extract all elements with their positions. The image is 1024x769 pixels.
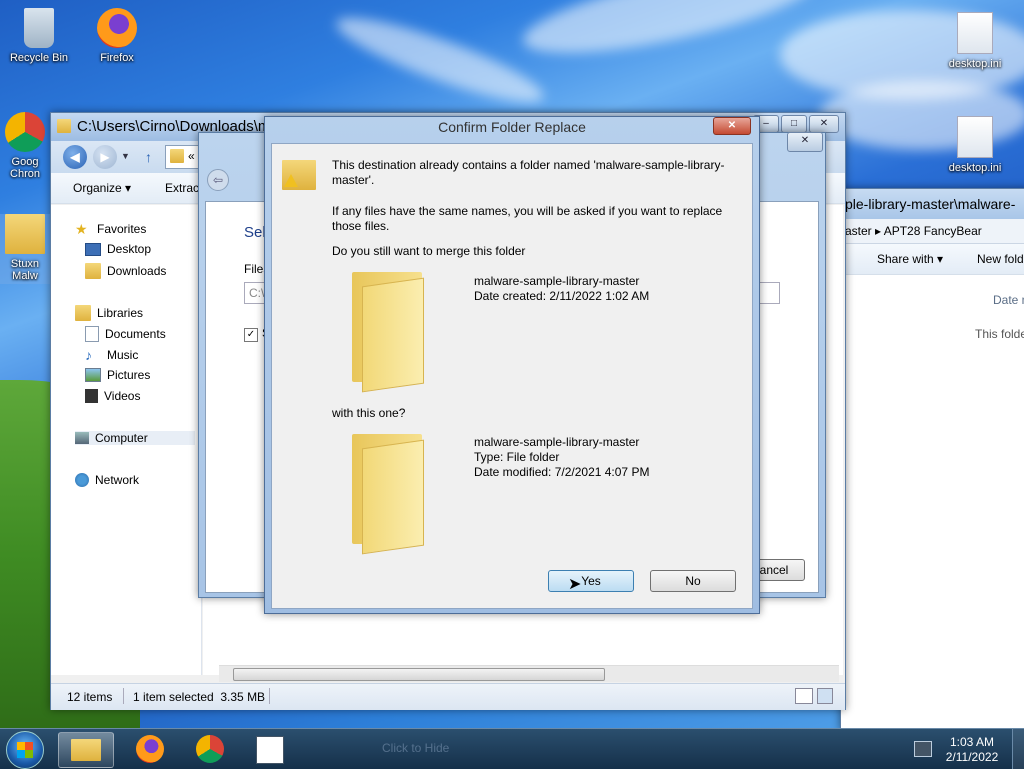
yes-button[interactable]: Yes xyxy=(548,570,634,592)
source-folder-date: Date created: 2/11/2022 1:02 AM xyxy=(474,289,650,303)
close-button[interactable]: ✕ xyxy=(713,117,751,135)
taskbar-explorer-button[interactable] xyxy=(58,732,114,768)
show-desktop-button[interactable] xyxy=(1012,729,1024,769)
desktop-ini-icon-2[interactable]: desktop.ini xyxy=(938,116,1012,174)
empty-folder-text: This folde xyxy=(975,327,1024,341)
dialog-title: Confirm Folder Replace xyxy=(438,119,586,135)
details-view-icon[interactable] xyxy=(795,688,813,704)
firefox-icon xyxy=(97,8,137,48)
taskbar-chrome-button[interactable] xyxy=(184,732,238,766)
chrome-desktop-icon[interactable]: Goog Chron xyxy=(0,112,50,180)
target-folder-type: Type: File folder xyxy=(474,450,560,464)
sidebar-item-pictures[interactable]: Pictures xyxy=(85,368,150,382)
taskbar-taskmgr-button[interactable] xyxy=(244,732,298,766)
date-column-header[interactable]: Date n xyxy=(993,293,1024,307)
downloads-folder-icon xyxy=(85,263,101,279)
organize-button[interactable]: Organize ▾ xyxy=(73,181,131,195)
music-note-icon: ♪ xyxy=(85,347,92,363)
status-bar: 12 items 1 item selected 3.35 MB xyxy=(51,683,845,710)
libraries-icon xyxy=(75,305,91,321)
maximize-button[interactable]: □ xyxy=(781,115,807,133)
show-files-checkbox[interactable]: ✓ xyxy=(244,328,258,342)
destination-message: This destination already contains a fold… xyxy=(332,158,725,187)
checklist-icon xyxy=(256,736,284,764)
taskbar-firefox-button[interactable] xyxy=(124,732,178,766)
film-strip-icon xyxy=(85,389,98,403)
documents-icon xyxy=(85,326,99,342)
new-folder-button[interactable]: New fold xyxy=(977,252,1024,266)
confirm-folder-replace-dialog[interactable]: Confirm Folder Replace ✕ This destinatio… xyxy=(264,116,760,614)
large-folder-icon xyxy=(352,272,442,393)
history-dropdown-icon[interactable]: ▼ xyxy=(121,151,130,161)
explorer-window-right[interactable]: ple-library-master\malware- aster ▸ APT2… xyxy=(840,188,1024,730)
navigation-pane: ★ Favorites Desktop Downloads Libraries D… xyxy=(51,205,202,675)
close-button[interactable]: ✕ xyxy=(809,115,839,133)
settings-file-icon xyxy=(957,116,993,158)
desktop-ini-icon-1[interactable]: desktop.ini xyxy=(938,12,1012,70)
large-folder-icon xyxy=(352,434,442,555)
replace-warning-message: If any files have the same names, you wi… xyxy=(332,204,723,233)
sidebar-item-network[interactable]: Network xyxy=(75,473,139,487)
star-icon: ★ xyxy=(75,221,88,237)
network-icon xyxy=(75,473,89,487)
computer-icon xyxy=(75,432,89,444)
back-arrow-icon[interactable]: ⇦ xyxy=(207,169,229,191)
item-count: 12 items xyxy=(67,690,113,704)
folder-icon xyxy=(5,214,45,254)
folder-icon xyxy=(170,149,184,163)
close-button[interactable]: ✕ xyxy=(787,132,823,152)
horizontal-scrollbar[interactable] xyxy=(219,665,839,682)
recycle-bin-icon xyxy=(24,8,54,48)
with-this-one-label: with this one? xyxy=(332,406,406,420)
sidebar-item-downloads[interactable]: Downloads xyxy=(85,263,166,279)
target-folder-date: Date modified: 7/2/2021 4:07 PM xyxy=(474,465,650,479)
start-button[interactable] xyxy=(6,731,44,769)
firefox-icon xyxy=(136,735,164,763)
sidebar-item-libraries[interactable]: Libraries xyxy=(75,305,143,321)
stuxnet-folder-desktop-icon[interactable]: Stuxn Malw xyxy=(0,214,50,284)
chrome-icon xyxy=(196,735,224,763)
warning-folder-icon xyxy=(282,156,316,192)
extract-button[interactable]: Extract xyxy=(165,181,202,195)
sidebar-item-documents[interactable]: Documents xyxy=(85,326,166,342)
desktop-icon xyxy=(85,242,101,256)
firefox-desktop-icon[interactable]: Firefox xyxy=(80,8,154,64)
taskbar: Click to Hide 1:03 AM 2/11/2022 xyxy=(0,728,1024,769)
sidebar-item-music[interactable]: ♪ Music xyxy=(85,347,138,363)
sidebar-item-videos[interactable]: Videos xyxy=(85,389,140,403)
target-folder-name: malware-sample-library-master xyxy=(474,435,640,449)
up-arrow-icon[interactable]: ↑ xyxy=(145,149,152,165)
merge-question: Do you still want to merge this folder xyxy=(332,244,526,258)
source-folder-name: malware-sample-library-master xyxy=(474,274,640,288)
no-button[interactable]: No xyxy=(650,570,736,592)
sidebar-item-computer[interactable]: Computer xyxy=(75,431,195,445)
back-arrow-icon[interactable]: ◀ xyxy=(63,145,87,169)
share-with-button[interactable]: Share with ▾ xyxy=(877,252,943,266)
network-tray-icon[interactable] xyxy=(914,741,932,757)
windows-logo-icon xyxy=(17,742,33,758)
pictures-icon xyxy=(85,368,101,382)
settings-file-icon xyxy=(957,12,993,54)
chrome-icon xyxy=(5,112,45,152)
path-overflow-glyph: « xyxy=(188,149,195,163)
sidebar-item-favorites[interactable]: ★ Favorites xyxy=(75,221,146,237)
selection-info: 1 item selected 3.35 MB xyxy=(133,690,266,704)
clock[interactable]: 1:03 AM 2/11/2022 xyxy=(944,735,1000,765)
mouse-cursor-icon: ➤ xyxy=(568,576,582,593)
scrollbar-thumb[interactable] xyxy=(233,668,605,681)
window-title: ple-library-master\malware- xyxy=(841,189,1024,219)
recycle-bin-desktop-icon[interactable]: Recycle Bin xyxy=(2,8,76,64)
folder-icon xyxy=(71,739,101,761)
sidebar-item-desktop[interactable]: Desktop xyxy=(85,242,151,256)
folder-icon xyxy=(57,119,71,133)
large-icons-view-icon[interactable] xyxy=(817,688,833,704)
hidden-text: Click to Hide xyxy=(382,741,450,755)
forward-arrow-icon[interactable]: ▶ xyxy=(93,145,117,169)
breadcrumb[interactable]: aster ▸ APT28 FancyBear xyxy=(841,219,1024,244)
